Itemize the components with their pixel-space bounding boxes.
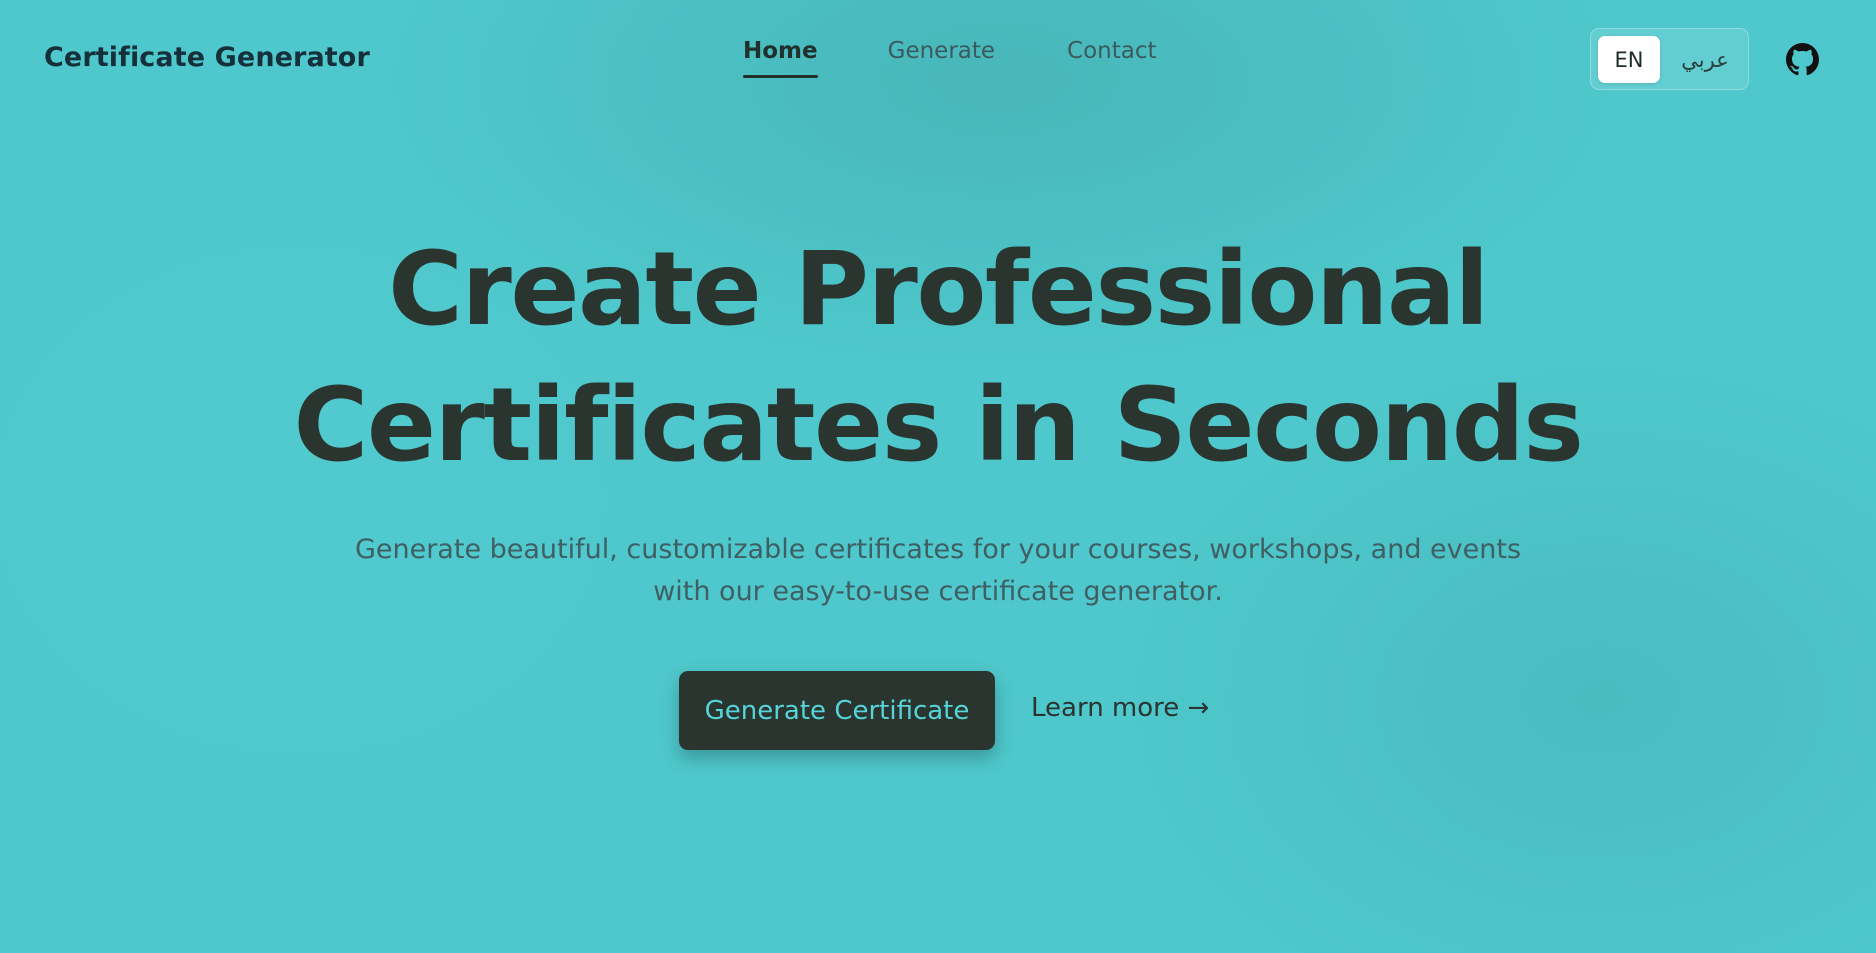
hero-subtitle-line-2: with our easy-to-use certificate generat… [653, 576, 1223, 607]
language-option-en[interactable]: EN [1598, 36, 1660, 83]
learn-more-link[interactable]: Learn more → [1031, 693, 1209, 723]
navbar: Certificate Generator Home Generate Cont… [0, 0, 1876, 120]
hero-title: Create Professional Certificates in Seco… [0, 222, 1876, 494]
nav-link-contact[interactable]: Contact [1067, 38, 1156, 78]
brand-logo-text[interactable]: Certificate Generator [44, 42, 370, 73]
language-option-ar[interactable]: عربي [1669, 36, 1741, 83]
generate-certificate-button[interactable]: Generate Certificate [679, 671, 995, 750]
nav-link-generate[interactable]: Generate [888, 38, 995, 78]
language-switcher: EN عربي [1590, 28, 1749, 90]
main-nav: Home Generate Contact [743, 38, 1157, 78]
nav-link-home[interactable]: Home [743, 38, 818, 78]
hero-title-line-2: Certificates in Seconds [293, 366, 1584, 485]
hero-subtitle-line-1: Generate beautiful, customizable certifi… [354, 534, 1522, 565]
hero-subtitle: Generate beautiful, customizable certifi… [0, 529, 1876, 613]
github-icon[interactable] [1786, 43, 1819, 76]
hero-title-line-1: Create Professional [388, 230, 1489, 349]
